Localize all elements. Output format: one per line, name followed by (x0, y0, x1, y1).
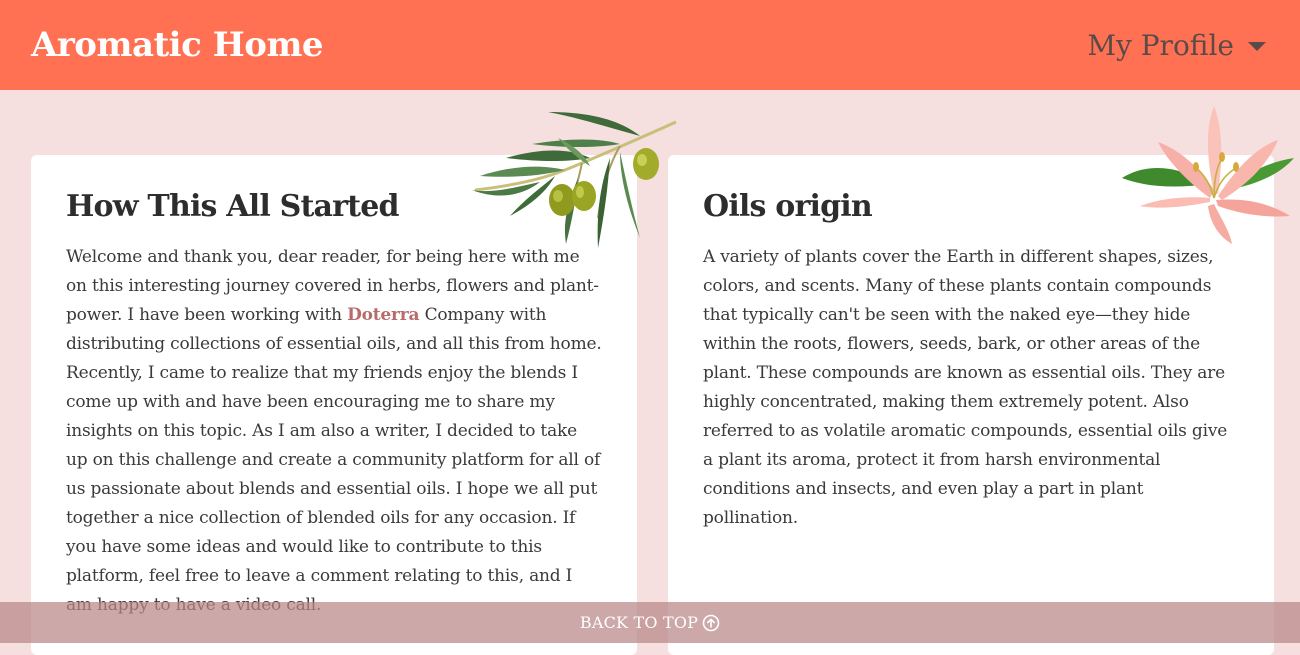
story-card: How This All Started Welcome and thank y… (31, 155, 637, 655)
doterra-link[interactable]: Doterra (347, 305, 419, 325)
story-text: Welcome and thank you, dear reader, for … (66, 243, 602, 620)
navbar: Aromatic Home My Profile (0, 0, 1300, 90)
oils-origin-card: Oils origin A variety of plants cover th… (668, 155, 1274, 655)
story-text-end: Company with distributing collections of… (66, 305, 602, 615)
profile-dropdown[interactable]: My Profile (1087, 29, 1266, 62)
back-to-top-label: BACK TO TOP (579, 613, 699, 632)
back-to-top-button[interactable]: BACK TO TOP (0, 602, 1300, 643)
oils-origin-text: A variety of plants cover the Earth in d… (703, 247, 1228, 528)
profile-label: My Profile (1087, 28, 1234, 62)
chevron-down-icon (1248, 41, 1266, 51)
brand-logo[interactable]: Aromatic Home (31, 25, 324, 65)
arrow-up-circle-icon (702, 614, 720, 631)
story-title: How This All Started (66, 189, 400, 224)
oils-origin-title: Oils origin (703, 189, 873, 224)
